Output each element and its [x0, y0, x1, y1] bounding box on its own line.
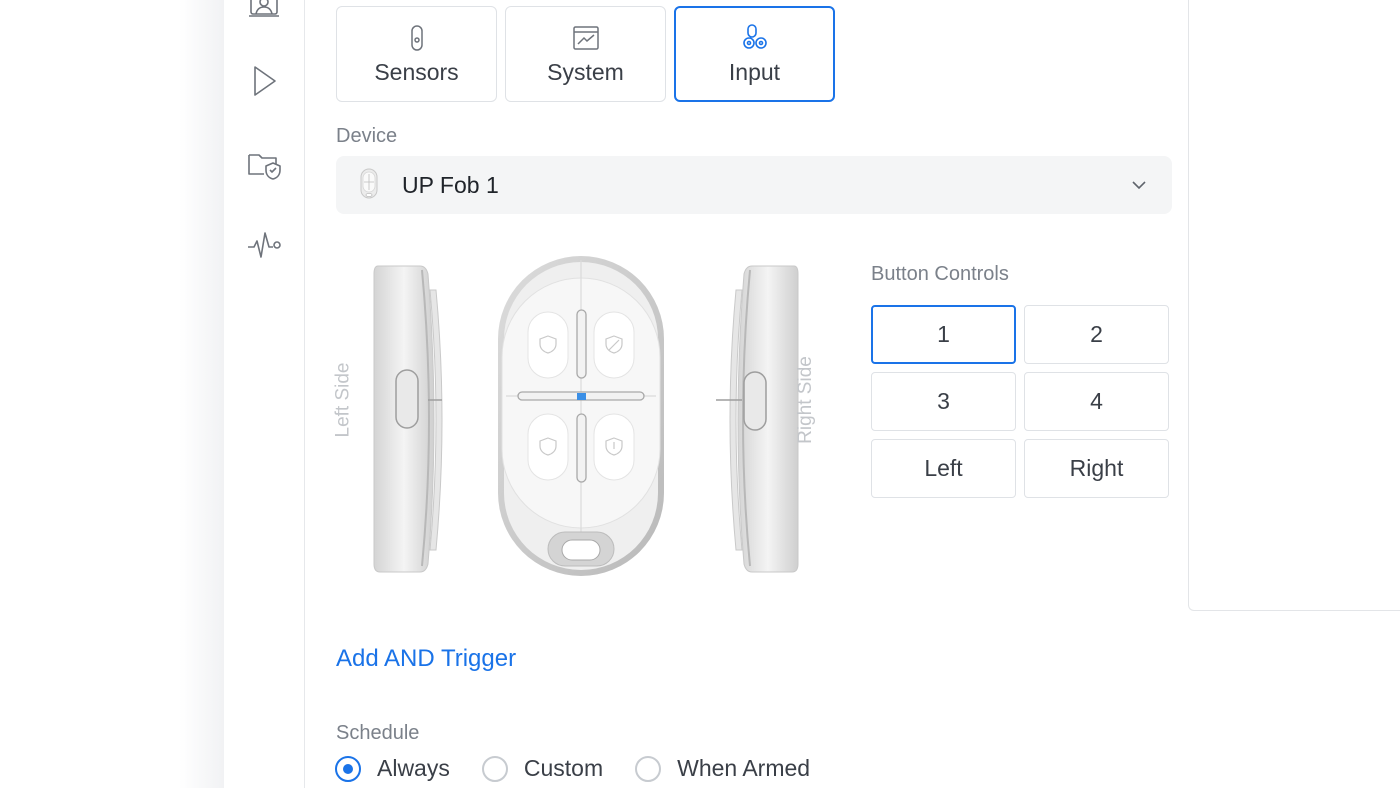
system-chart-icon [572, 25, 599, 50]
control-button-right[interactable]: Right [1024, 439, 1169, 498]
tab-system[interactable]: System [505, 6, 666, 102]
camera-user-icon[interactable] [244, 0, 284, 26]
radio-when-armed[interactable] [635, 755, 662, 782]
play-icon[interactable] [244, 61, 284, 101]
input-fob-icon [742, 23, 767, 49]
control-button-2[interactable]: 2 [1024, 305, 1169, 364]
tab-label: System [547, 58, 624, 85]
sensor-icon [410, 24, 423, 51]
fob-illustration [373, 256, 799, 576]
schedule-option-custom[interactable]: Custom [481, 755, 604, 782]
tab-label: Sensors [374, 58, 459, 85]
radio-label: Custom [523, 755, 604, 781]
schedule-label: Schedule [336, 722, 420, 744]
button-controls-label: Button Controls [871, 263, 1009, 285]
trigger-type-tabs: Sensors System Input [336, 6, 835, 102]
radio-label: Always [377, 755, 450, 781]
control-button-1[interactable]: 1 [871, 305, 1016, 364]
device-select[interactable]: UP Fob 1 [336, 156, 1172, 214]
schedule-option-when-armed[interactable]: When Armed [635, 755, 810, 782]
schedule-radio-group: Always Custom When Armed [335, 755, 842, 782]
chevron-down-icon [1132, 181, 1146, 190]
add-and-trigger-link[interactable]: Add AND Trigger [336, 645, 516, 673]
tab-sensors[interactable]: Sensors [336, 6, 497, 102]
fob-front [498, 256, 664, 576]
control-button-4[interactable]: 4 [1024, 372, 1169, 431]
radio-custom[interactable] [481, 755, 508, 782]
button-controls-grid: 1 2 3 4 Left Right [871, 305, 1169, 498]
right-side-label: Right Side [794, 356, 816, 444]
radio-always[interactable] [335, 755, 361, 782]
radio-label: When Armed [677, 755, 811, 781]
tab-input[interactable]: Input [674, 6, 835, 102]
left-background-shade [0, 0, 224, 788]
selected-device: UP Fob 1 [402, 171, 499, 198]
folder-shield-icon[interactable] [244, 144, 284, 184]
fob-left-side [373, 265, 443, 573]
fob-mini-icon [360, 168, 378, 199]
device-label: Device [336, 125, 398, 147]
fob-right-side [716, 265, 799, 573]
control-button-left[interactable]: Left [871, 439, 1016, 498]
control-button-3[interactable]: 3 [871, 372, 1016, 431]
tab-label: Input [728, 58, 781, 85]
left-side-label: Left Side [332, 362, 354, 438]
activity-pulse-icon[interactable] [244, 225, 284, 265]
schedule-option-always[interactable]: Always [335, 755, 450, 782]
icon-rail [224, 0, 305, 788]
right-panel [1188, 0, 1400, 611]
